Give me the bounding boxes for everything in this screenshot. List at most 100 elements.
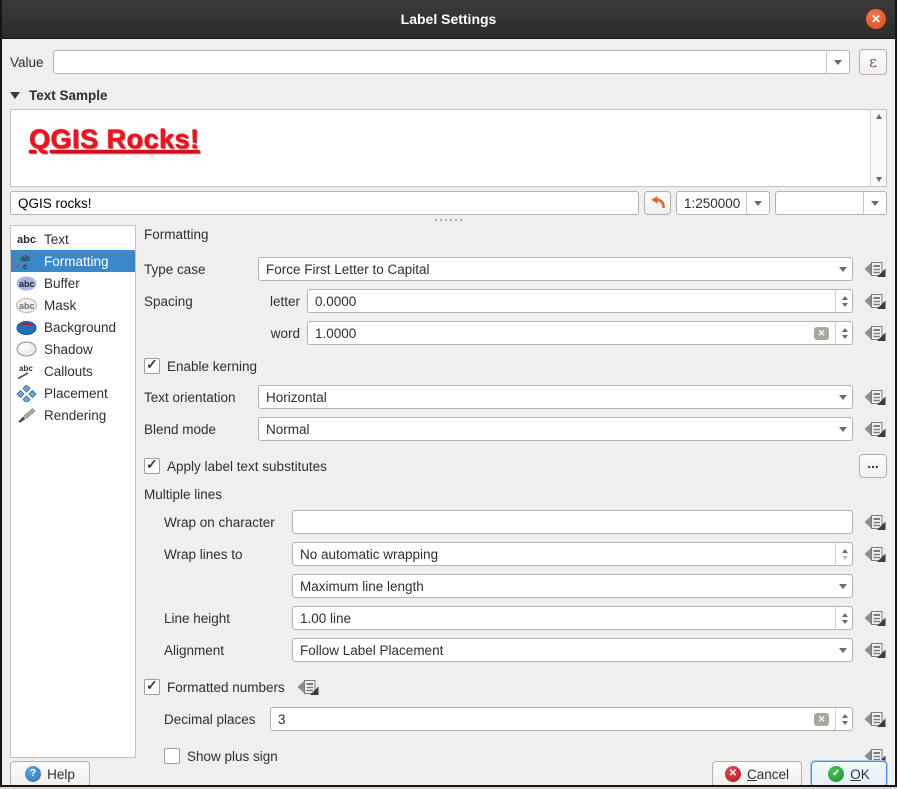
window-title: Label Settings (400, 11, 497, 27)
chevron-down-icon[interactable] (826, 51, 849, 73)
data-defined-override-icon[interactable] (861, 289, 887, 313)
preview-sample-text: QGIS Rocks! (29, 124, 200, 154)
data-defined-override-icon[interactable] (861, 510, 887, 534)
letter-spacing-spinbox[interactable]: 0.0000 (307, 289, 853, 313)
placement-icon (16, 384, 37, 402)
sidebar-item-shadow[interactable]: Shadow (11, 338, 135, 360)
sidebar-item-callouts[interactable]: abc Callouts (11, 360, 135, 382)
scroll-down-icon[interactable] (875, 177, 882, 182)
apply-substitutes-label: Apply label text substitutes (167, 458, 327, 474)
data-defined-override-icon[interactable] (861, 385, 887, 409)
chevron-down-icon[interactable] (746, 192, 769, 214)
preview-scale-combobox[interactable]: 1:250000 (676, 191, 770, 215)
background-icon (16, 321, 37, 335)
sidebar-item-rendering[interactable]: Rendering (11, 404, 135, 426)
formatted-numbers-label: Formatted numbers (167, 679, 285, 695)
data-defined-override-icon[interactable] (295, 675, 321, 699)
scroll-up-icon[interactable] (875, 114, 882, 119)
expression-builder-button[interactable]: ε (859, 49, 887, 75)
text-orientation-combobox[interactable]: Horizontal (258, 385, 853, 409)
callouts-icon: abc (17, 364, 33, 379)
clear-value-icon[interactable]: ✕ (814, 326, 829, 340)
titlebar[interactable]: Label Settings ✕ (2, 0, 895, 39)
spacing-label: Spacing (144, 293, 193, 309)
splitter-handle[interactable] (10, 215, 887, 225)
chevron-down-icon[interactable] (831, 575, 847, 597)
data-defined-override-icon[interactable] (861, 707, 887, 731)
blend-mode-label: Blend mode (144, 421, 217, 437)
type-case-label: Type case (144, 261, 206, 277)
text-orientation-label: Text orientation (144, 389, 236, 405)
spinner-arrows-icon[interactable] (835, 543, 848, 565)
formatting-icon: +ab < c (16, 254, 30, 270)
wrap-lines-spinbox[interactable]: No automatic wrapping (292, 542, 853, 566)
type-case-value: Force First Letter to Capital (266, 261, 430, 277)
line-height-spinbox[interactable]: 1.00 line (292, 606, 853, 630)
sidebar-item-mask[interactable]: abc Mask (11, 294, 135, 316)
close-icon[interactable]: ✕ (866, 9, 886, 29)
help-button[interactable]: ? Help (10, 761, 90, 785)
clear-value-icon[interactable]: ✕ (814, 712, 829, 726)
sidebar-item-background[interactable]: Background (11, 316, 135, 338)
epsilon-icon: ε (869, 53, 877, 71)
text-sample-header[interactable]: Text Sample (10, 88, 887, 103)
data-defined-override-icon[interactable] (861, 417, 887, 441)
chevron-down-icon[interactable] (831, 258, 847, 280)
preview-scrollbar[interactable] (870, 110, 886, 186)
spinner-arrows-icon[interactable] (835, 322, 848, 344)
spinner-arrows-icon[interactable] (835, 708, 848, 730)
alignment-label: Alignment (164, 642, 225, 658)
chevron-down-icon[interactable] (863, 192, 886, 214)
sidebar-item-text[interactable]: abc Text (11, 228, 135, 250)
chevron-down-icon[interactable] (831, 639, 847, 661)
data-defined-override-icon[interactable] (861, 638, 887, 662)
text-icon: abc (17, 234, 36, 246)
data-defined-override-icon[interactable] (861, 606, 887, 630)
ok-button-label: OK (850, 766, 870, 782)
blend-mode-value: Normal (266, 421, 310, 437)
wrap-character-input[interactable] (292, 510, 853, 534)
sidebar-item-label: Shadow (44, 341, 93, 357)
svg-text:abc: abc (17, 234, 36, 246)
chevron-down-icon[interactable] (831, 386, 847, 408)
decimal-places-label: Decimal places (164, 711, 256, 727)
sidebar-item-label: Mask (44, 297, 77, 313)
apply-substitutes-row: Apply label text substitutes ... (144, 454, 887, 478)
data-defined-override-icon[interactable] (861, 257, 887, 281)
svg-text:< c: < c (16, 262, 28, 270)
cancel-button[interactable]: ✕ Cancel (711, 761, 802, 785)
sidebar-item-formatting[interactable]: +ab < c Formatting (11, 250, 135, 272)
formatting-panel: Formatting Type case Force First Letter … (144, 225, 887, 765)
preview-size-combobox[interactable] (775, 191, 887, 215)
sidebar-item-buffer[interactable]: abc Buffer (11, 272, 135, 294)
formatted-numbers-checkbox[interactable] (144, 677, 160, 695)
cancel-x-icon: ✕ (724, 766, 741, 782)
sidebar-item-placement[interactable]: Placement (11, 382, 135, 404)
reset-sample-button[interactable] (644, 191, 671, 215)
apply-substitutes-checkbox[interactable] (144, 456, 160, 474)
collapse-triangle-icon[interactable] (10, 92, 20, 99)
letter-label: letter (269, 293, 300, 309)
type-case-combobox[interactable]: Force First Letter to Capital (258, 257, 853, 281)
spinner-arrows-icon[interactable] (835, 607, 848, 629)
decimal-places-spinbox[interactable]: 3 ✕ (270, 707, 853, 731)
enable-kerning-checkbox[interactable] (144, 356, 160, 374)
word-spacing-spinbox[interactable]: 1.0000 ✕ (307, 321, 853, 345)
decimal-places-row: Decimal places 3 ✕ (144, 707, 887, 731)
value-label: Value (10, 54, 44, 70)
sample-text-input[interactable] (10, 191, 639, 215)
buffer-icon: abc (16, 276, 37, 290)
data-defined-override-icon[interactable] (861, 542, 887, 566)
blend-mode-combobox[interactable]: Normal (258, 417, 853, 441)
chevron-down-icon[interactable] (831, 418, 847, 440)
spinner-arrows-icon[interactable] (835, 290, 848, 312)
settings-body: abc Text +ab < c Formatting abc Buffer a… (10, 225, 887, 765)
substitutes-more-button[interactable]: ... (859, 454, 887, 478)
word-spacing-value: 1.0000 (315, 325, 357, 341)
wrap-mode-combobox[interactable]: Maximum line length (292, 574, 853, 598)
ok-button[interactable]: ✓ OK (811, 761, 887, 785)
mask-icon: abc (16, 297, 37, 313)
alignment-combobox[interactable]: Follow Label Placement (292, 638, 853, 662)
data-defined-override-icon[interactable] (861, 321, 887, 345)
value-combobox[interactable] (52, 50, 850, 74)
